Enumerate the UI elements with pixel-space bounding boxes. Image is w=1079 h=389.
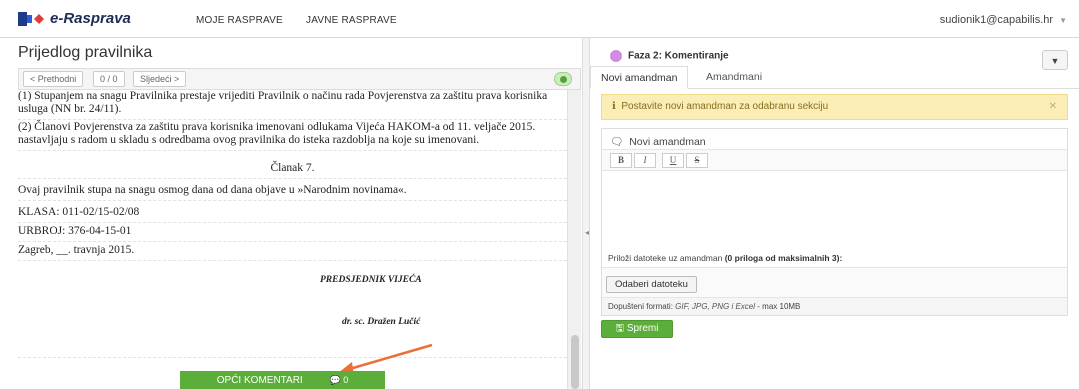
paragraph[interactable]: (1) Stupanjem na snagu Pravilnika presta… xyxy=(18,90,567,120)
nav-moje-rasprave[interactable]: MOJE RASPRAVE xyxy=(196,15,283,26)
alert-text: Postavite novi amandman za odabranu sekc… xyxy=(621,101,829,112)
paragraph[interactable]: URBROJ: 376-04-15-01 xyxy=(18,225,567,242)
formats-prefix: Dopušteni formati: xyxy=(608,302,673,311)
article-heading[interactable]: Članak 7. xyxy=(18,162,567,179)
chevron-down-icon: ▼ xyxy=(1050,56,1060,66)
info-alert: ℹ Postavite novi amandman za odabranu se… xyxy=(601,94,1068,120)
signature-title: PREDSJEDNIK VIJEĆA xyxy=(320,275,422,285)
tab-bar: Novi amandman Amandmani xyxy=(590,66,1079,89)
grip-icon: ◂ xyxy=(585,228,590,237)
underline-button[interactable]: U xyxy=(662,153,684,168)
nav-javne-rasprave[interactable]: JAVNE RASPRAVE xyxy=(306,15,397,26)
general-comments-button[interactable]: OPĆI KOMENTARI 💬 0 xyxy=(180,371,385,389)
italic-button[interactable]: I xyxy=(634,153,656,168)
attachments-label-text: Priloži datoteke uz amandman xyxy=(608,253,723,263)
app-logo-text[interactable]: e-Rasprava xyxy=(50,10,131,27)
info-icon: ℹ xyxy=(612,101,616,112)
signature-divider xyxy=(18,340,567,358)
phase-dot-icon xyxy=(610,50,622,62)
formats-list: GIF, JPG, PNG i Excel xyxy=(675,302,756,311)
phase-label: Faza 2: Komentiranje xyxy=(628,50,729,62)
signature-name: dr. sc. Dražen Lučić xyxy=(342,317,421,327)
amendment-heading: 🗨 Novi amandman xyxy=(610,135,706,148)
amendment-text-editor[interactable] xyxy=(602,171,1067,249)
general-comments-label: OPĆI KOMENTARI xyxy=(216,375,303,386)
save-icon: 🖫 xyxy=(615,323,625,334)
formats-suffix: - max 10MB xyxy=(757,302,801,311)
next-button[interactable]: Sljedeći > xyxy=(133,71,187,87)
top-navbar: e-Rasprava MOJE RASPRAVE JAVNE RASPRAVE … xyxy=(0,0,1079,38)
user-email: sudionik1@capabilis.hr xyxy=(939,14,1054,26)
save-button[interactable]: 🖫 Spremi xyxy=(601,320,673,338)
allowed-formats: Dopušteni formati: GIF, JPG, PNG i Excel… xyxy=(602,297,1067,315)
paragraph[interactable]: (2) Članovi Povjerenstva za zaštitu prav… xyxy=(18,121,567,151)
document-scrollbar[interactable] xyxy=(567,90,581,389)
page-counter: 0 / 0 xyxy=(93,71,125,87)
attachments-label: Priloži datoteke uz amandman (0 priloga … xyxy=(608,253,842,263)
save-label: Spremi xyxy=(626,323,659,334)
logo-icon xyxy=(18,12,44,26)
attachments-count: (0 priloga od maksimalnih 3): xyxy=(724,253,843,263)
user-menu[interactable]: sudionik1@capabilis.hr ▼ xyxy=(940,14,1067,26)
comment-count: 0 xyxy=(343,375,349,385)
panel-splitter[interactable]: ◂ xyxy=(582,38,590,389)
scrollbar-thumb[interactable] xyxy=(571,335,579,389)
paragraph[interactable]: KLASA: 011-02/15-02/08 xyxy=(18,206,567,223)
close-icon[interactable]: ✕ xyxy=(1049,95,1057,119)
tab-novi-amandman[interactable]: Novi amandman xyxy=(590,66,689,89)
choose-file-button[interactable]: Odaberi datoteku xyxy=(606,276,697,293)
comment-icon: 🗨 xyxy=(610,136,624,148)
chevron-down-icon: ▼ xyxy=(1059,16,1067,25)
comment-count-badge: 💬 0 xyxy=(329,375,349,385)
amendment-form: 🗨 Novi amandman B I U S Priloži datoteke… xyxy=(601,128,1068,316)
editor-toolbar: B I U S xyxy=(602,149,1067,171)
document-content: (1) Stupanjem na snagu Pravilnika presta… xyxy=(18,90,567,389)
paragraph[interactable]: Zagreb, __. travnja 2015. xyxy=(18,244,567,261)
bold-button[interactable]: B xyxy=(610,153,632,168)
eye-icon[interactable] xyxy=(554,72,572,86)
prev-button[interactable]: < Prethodni xyxy=(23,71,84,87)
document-toolbar: < Prethodni 0 / 0 Sljedeći > xyxy=(18,68,581,90)
paragraph[interactable]: Ovaj pravilnik stupa na snagu osmog dana… xyxy=(18,184,567,201)
phase-indicator: Faza 2: Komentiranje xyxy=(610,50,729,62)
amendment-heading-text: Novi amandman xyxy=(629,136,706,148)
attachments-row: Odaberi datoteku xyxy=(602,267,1067,297)
strikethrough-button[interactable]: S xyxy=(686,153,708,168)
page-title: Prijedlog pravilnika xyxy=(18,44,153,61)
tab-amandmani[interactable]: Amandmani xyxy=(696,66,772,89)
